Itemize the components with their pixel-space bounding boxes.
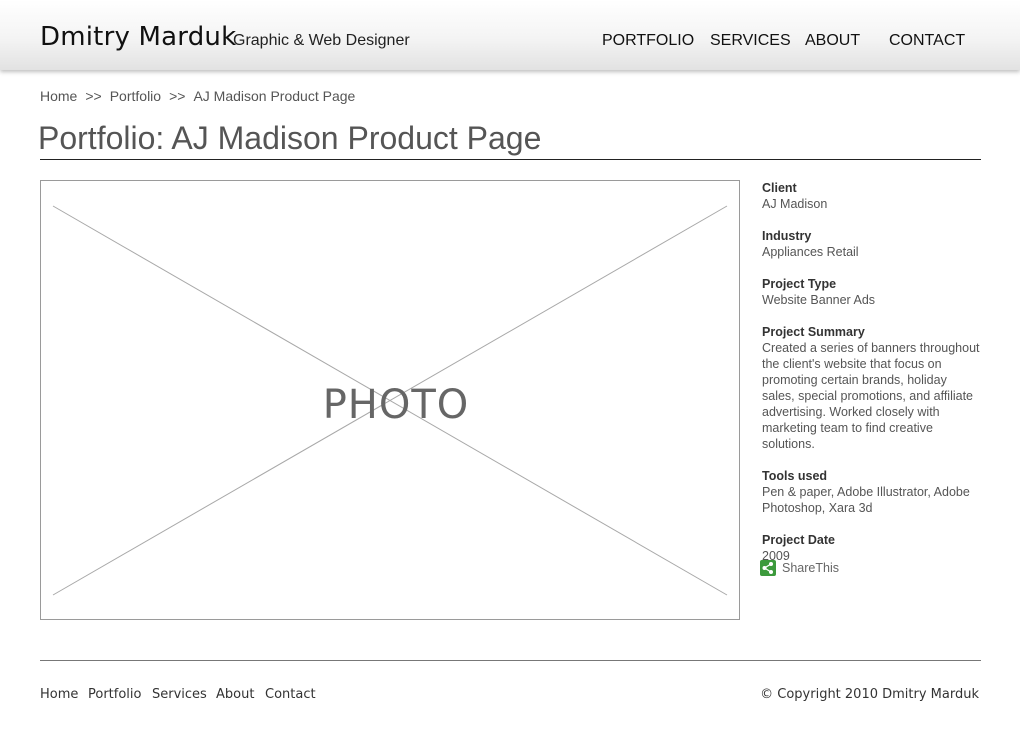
site-tagline: Graphic & Web Designer xyxy=(233,32,410,49)
detail-value: Pen & paper, Adobe Illustrator, Adobe Ph… xyxy=(762,485,970,515)
share-label: ShareThis xyxy=(782,561,839,575)
breadcrumb-current: AJ Madison Product Page xyxy=(193,88,356,104)
detail-value: Appliances Retail xyxy=(762,245,859,259)
copyright-text: © Copyright 2010 Dmitry Marduk xyxy=(760,687,979,702)
detail-tools-used: Tools used Pen & paper, Adobe Illustrato… xyxy=(762,468,982,516)
detail-project-summary: Project Summary Created a series of bann… xyxy=(762,324,982,452)
footer-divider xyxy=(40,660,981,661)
footer-link-about[interactable]: About xyxy=(216,687,254,703)
breadcrumb-separator: >> xyxy=(85,88,102,104)
footer-link-services[interactable]: Services xyxy=(152,687,207,703)
site-header: Dmitry Marduk Graphic & Web Designer POR… xyxy=(0,0,1020,70)
breadcrumb-portfolio[interactable]: Portfolio xyxy=(110,88,161,104)
detail-label: Client xyxy=(762,181,797,195)
detail-label: Project Summary xyxy=(762,325,865,339)
detail-value: Website Banner Ads xyxy=(762,293,876,307)
detail-label: Tools used xyxy=(762,469,828,483)
detail-value: AJ Madison xyxy=(762,197,828,211)
photo-placeholder: PHOTO xyxy=(40,180,740,620)
detail-client: Client AJ Madison xyxy=(762,180,982,212)
detail-label: Project Date xyxy=(762,533,835,547)
detail-label: Industry xyxy=(762,229,812,243)
footer-link-portfolio[interactable]: Portfolio xyxy=(88,687,141,703)
page-title: Portfolio: AJ Madison Product Page xyxy=(38,120,542,156)
photo-label: PHOTO xyxy=(322,382,470,428)
breadcrumb-separator: >> xyxy=(169,88,186,104)
share-icon xyxy=(760,560,776,576)
detail-value: Created a series of banners throughout t… xyxy=(762,341,980,451)
title-divider xyxy=(40,159,981,160)
nav-contact[interactable]: CONTACT xyxy=(889,31,965,51)
detail-industry: Industry Appliances Retail xyxy=(762,228,982,260)
detail-project-type: Project Type Website Banner Ads xyxy=(762,276,982,308)
breadcrumb: Home >> Portfolio >> AJ Madison Product Page xyxy=(40,87,355,105)
footer-link-home[interactable]: Home xyxy=(40,687,78,703)
nav-about[interactable]: ABOUT xyxy=(805,31,860,51)
sharethis-button[interactable]: ShareThis xyxy=(760,559,839,577)
site-logo-name[interactable]: Dmitry Marduk xyxy=(40,21,236,53)
nav-portfolio[interactable]: PORTFOLIO xyxy=(602,31,694,51)
nav-services[interactable]: SERVICES xyxy=(710,31,791,51)
breadcrumb-home[interactable]: Home xyxy=(40,88,77,104)
footer-link-contact[interactable]: Contact xyxy=(265,687,316,703)
detail-label: Project Type xyxy=(762,277,837,291)
project-details: Client AJ Madison Industry Appliances Re… xyxy=(762,180,982,580)
